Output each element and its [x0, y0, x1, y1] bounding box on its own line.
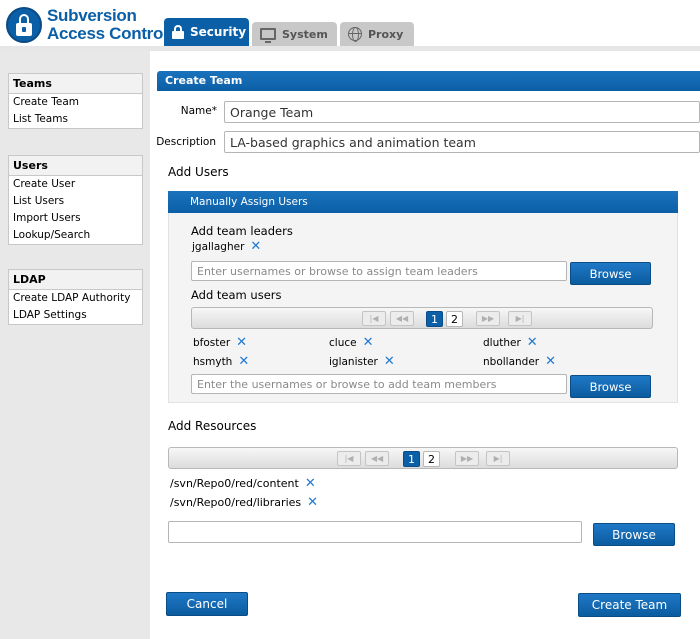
manual-assign-header[interactable]: Manually Assign Users [168, 191, 678, 213]
team-user-name: iglanister [329, 356, 378, 368]
lock-icon [172, 25, 184, 39]
sidebar: Teams Create Team List Teams Users Creat… [0, 51, 150, 639]
resources-page-2[interactable]: 2 [423, 451, 440, 467]
team-leaders-input[interactable] [191, 261, 567, 281]
prev-page-icon[interactable]: ◀◀ [390, 311, 414, 326]
team-user-name: dluther [483, 337, 521, 349]
sidebar-item-lookup-search[interactable]: Lookup/Search [9, 227, 142, 244]
app-header: Subversion Access Control Security Syste… [0, 0, 700, 51]
team-description-input[interactable] [224, 131, 700, 153]
first-page-icon[interactable]: |◀ [337, 451, 361, 466]
remove-resource-icon[interactable]: ✕ [307, 496, 318, 509]
cancel-button[interactable]: Cancel [166, 592, 248, 616]
team-user-name: hsmyth [193, 356, 233, 368]
app-title-line1: Subversion [47, 6, 137, 25]
tab-system-label: System [282, 27, 328, 41]
users-pager: |◀ ◀◀ 1 2 ▶▶ ▶| [191, 307, 653, 329]
team-user-item: bfoster ✕ [193, 336, 247, 349]
sidebar-heading-ldap: LDAP [9, 270, 142, 290]
app-title: Subversion Access Control [47, 7, 168, 43]
name-label: Name* [180, 105, 217, 117]
leader-name: jgallagher [192, 241, 245, 253]
tab-system[interactable]: System [252, 22, 337, 46]
team-user-item: nbollander ✕ [483, 355, 556, 368]
add-users-title: Add Users [168, 165, 229, 179]
last-page-icon[interactable]: ▶| [486, 451, 510, 466]
last-page-icon[interactable]: ▶| [508, 311, 532, 326]
team-user-name: nbollander [483, 356, 540, 368]
sidebar-item-ldap-settings[interactable]: LDAP Settings [9, 307, 142, 324]
remove-leader-icon[interactable]: ✕ [250, 240, 261, 253]
panel-title: Create Team [157, 71, 700, 91]
sidebar-heading-users: Users [9, 156, 142, 176]
sidebar-heading-teams: Teams [9, 74, 142, 94]
team-user-item: dluther ✕ [483, 336, 538, 349]
description-label: Description [156, 136, 216, 148]
team-leaders-label: Add team leaders [191, 224, 293, 238]
sidebar-item-import-users[interactable]: Import Users [9, 210, 142, 227]
remove-user-icon[interactable]: ✕ [384, 355, 395, 368]
users-page-1[interactable]: 1 [426, 311, 443, 327]
browse-users-button[interactable]: Browse [570, 375, 651, 398]
sidebar-group-ldap: LDAP Create LDAP Authority LDAP Settings [8, 269, 143, 325]
resource-path: /svn/Repo0/red/content [170, 477, 299, 490]
resources-page-1[interactable]: 1 [403, 451, 420, 467]
remove-user-icon[interactable]: ✕ [527, 336, 538, 349]
lock-logo-icon [6, 7, 42, 43]
resources-input[interactable] [168, 521, 582, 543]
prev-page-icon[interactable]: ◀◀ [365, 451, 389, 466]
tab-security[interactable]: Security [164, 18, 249, 46]
team-users-label: Add team users [191, 288, 282, 302]
browse-resources-button[interactable]: Browse [593, 523, 675, 546]
browse-leaders-button[interactable]: Browse [570, 262, 651, 285]
team-user-name: bfoster [193, 337, 231, 349]
main-content: Create Team Name* Description Add Users … [150, 51, 700, 639]
resource-item: /svn/Repo0/red/content ✕ [170, 477, 316, 491]
sidebar-item-create-team[interactable]: Create Team [9, 94, 142, 111]
leader-item: jgallagher ✕ [192, 240, 261, 253]
remove-user-icon[interactable]: ✕ [238, 355, 249, 368]
sidebar-group-teams: Teams Create Team List Teams [8, 73, 143, 129]
next-page-icon[interactable]: ▶▶ [476, 311, 500, 326]
next-page-icon[interactable]: ▶▶ [455, 451, 479, 466]
tab-proxy-label: Proxy [368, 27, 404, 41]
remove-user-icon[interactable]: ✕ [236, 336, 247, 349]
remove-resource-icon[interactable]: ✕ [305, 477, 316, 490]
sidebar-item-create-ldap-authority[interactable]: Create LDAP Authority [9, 290, 142, 307]
team-user-item: hsmyth ✕ [193, 355, 249, 368]
team-users-input[interactable] [191, 374, 567, 394]
tab-security-label: Security [190, 25, 247, 39]
app-title-line2: Access Control [47, 24, 168, 43]
team-user-item: iglanister ✕ [329, 355, 395, 368]
remove-user-icon[interactable]: ✕ [545, 355, 556, 368]
remove-user-icon[interactable]: ✕ [363, 336, 374, 349]
resource-path: /svn/Repo0/red/libraries [170, 496, 302, 509]
team-user-name: cluce [329, 337, 357, 349]
users-page-2[interactable]: 2 [446, 311, 463, 327]
resources-pager: |◀ ◀◀ 1 2 ▶▶ ▶| [168, 447, 678, 469]
sidebar-group-users: Users Create User List Users Import User… [8, 155, 143, 245]
team-name-input[interactable] [224, 101, 700, 123]
sidebar-item-list-users[interactable]: List Users [9, 193, 142, 210]
globe-icon [348, 27, 362, 42]
monitor-icon [260, 28, 276, 43]
sidebar-item-list-teams[interactable]: List Teams [9, 111, 142, 128]
add-resources-title: Add Resources [168, 419, 257, 433]
tab-proxy[interactable]: Proxy [340, 22, 414, 46]
first-page-icon[interactable]: |◀ [362, 311, 386, 326]
team-user-item: cluce ✕ [329, 336, 374, 349]
create-team-button[interactable]: Create Team [578, 593, 681, 617]
sidebar-item-create-user[interactable]: Create User [9, 176, 142, 193]
resource-item: /svn/Repo0/red/libraries ✕ [170, 496, 318, 510]
